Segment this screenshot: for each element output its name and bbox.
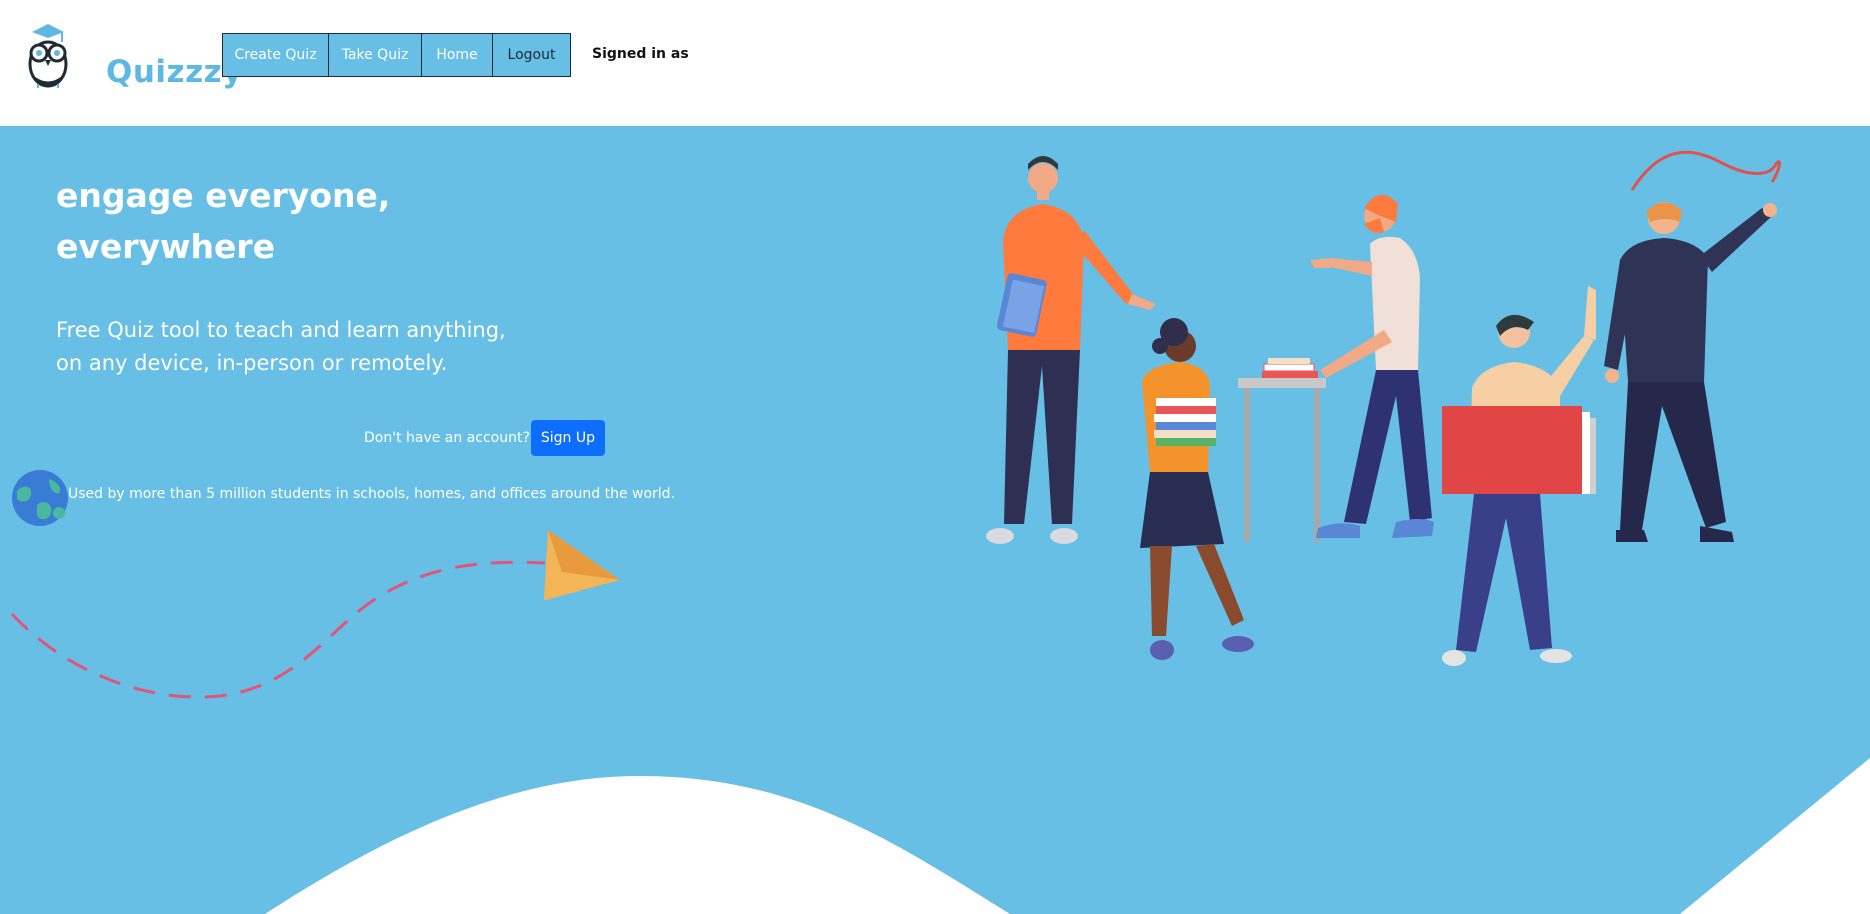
signed-in-label: Signed in as: [592, 46, 689, 62]
main-nav: Create Quiz Take Quiz Home Logout: [222, 33, 571, 77]
logout-button[interactable]: Logout: [492, 33, 571, 77]
owl-graduate-icon: [28, 24, 68, 88]
brand-logo[interactable]: Quizzzy: [26, 22, 242, 90]
create-quiz-button[interactable]: Create Quiz: [222, 33, 329, 77]
home-button[interactable]: Home: [421, 33, 493, 77]
header: Quizzzy Create Quiz Take Quiz Home Logou…: [0, 0, 1870, 126]
people-learning-illustration: [986, 150, 1781, 666]
take-quiz-button[interactable]: Take Quiz: [328, 33, 422, 77]
hero-section: engage everyone, everywhere Free Quiz to…: [0, 126, 1870, 914]
